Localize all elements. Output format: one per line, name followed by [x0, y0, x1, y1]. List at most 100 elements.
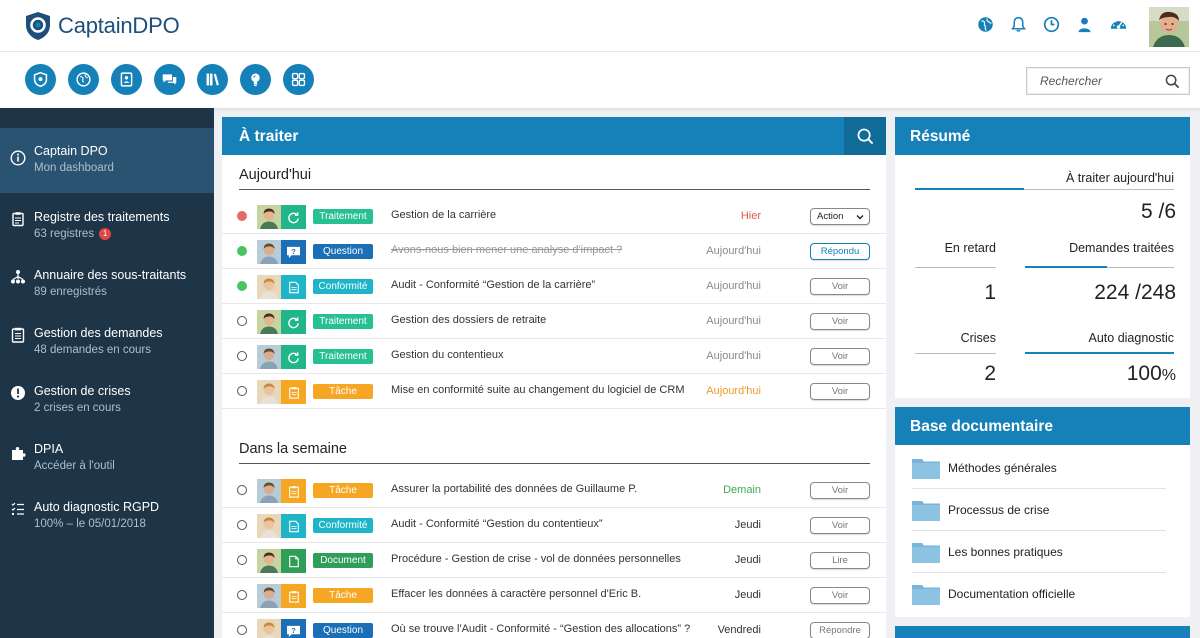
task-action-label: Répondu: [820, 246, 860, 257]
task-row[interactable]: Traitement Gestion des dossiers de retrai…: [222, 304, 886, 339]
alert-icon: [11, 386, 25, 400]
task-row[interactable]: Tâche Effacer les données à caractère per…: [222, 578, 886, 613]
summary-panel-header: Résumé: [895, 117, 1190, 155]
app-button-ideas[interactable]: [240, 64, 271, 95]
task-row[interactable]: Traitement Gestion du contentieux Aujourd'…: [222, 339, 886, 374]
sidebar-item-autodiagnostic[interactable]: Auto diagnostic RGPD 100% – le 05/01/201…: [0, 486, 214, 544]
task-type-tag: Traitement: [313, 209, 373, 224]
task-row[interactable]: Document Procédure - Gestion de crise - v…: [222, 543, 886, 578]
status-dot: [237, 555, 247, 565]
doc-folder-methodes[interactable]: Méthodes générales: [912, 447, 1166, 489]
task-action-label: Voir: [831, 590, 849, 601]
status-dot: [237, 485, 247, 495]
sidebar-item-annuaire[interactable]: Annuaire des sous-traitants 89 enregistr…: [0, 254, 214, 312]
stat-label-today: À traiter aujourd'hui: [1065, 171, 1174, 185]
doc-folder-bonnes-pratiques[interactable]: Les bonnes pratiques: [912, 531, 1166, 573]
folder-icon: [912, 543, 940, 563]
task-due-date: Aujourd'hui: [706, 350, 761, 362]
task-action-label: Action: [817, 211, 844, 222]
app-name: CaptainDPO: [58, 13, 180, 38]
clipboard-icon: [281, 584, 306, 608]
task-action-label: Lire: [832, 555, 848, 566]
sidebar-item-dashboard[interactable]: Captain DPO Mon dashboard: [0, 128, 214, 193]
sidebar-item-demandes[interactable]: Gestion des demandes 48 demandes en cour…: [0, 312, 214, 370]
user-avatar[interactable]: [1149, 7, 1189, 47]
stat-value-today: 5 /6: [1140, 200, 1176, 223]
app-button-privacy[interactable]: [25, 64, 56, 95]
doc-folder-crise[interactable]: Processus de crise: [912, 489, 1166, 531]
task-action-button[interactable]: Voir: [810, 482, 870, 499]
search-input[interactable]: [1027, 74, 1165, 88]
document-icon: [281, 514, 306, 538]
task-type-tag: Document: [313, 553, 373, 568]
clipboard-icon: [12, 212, 24, 227]
task-action-button[interactable]: Voir: [810, 313, 870, 330]
user-icon[interactable]: [1076, 16, 1093, 33]
app-button-directory[interactable]: [111, 64, 142, 95]
todo-search-button[interactable]: [844, 117, 886, 155]
task-row[interactable]: Tâche Assurer la portabilité des données …: [222, 473, 886, 508]
task-row[interactable]: ? Question Où se trouve l'Audit - Conformi…: [222, 613, 886, 638]
bell-icon[interactable]: [1010, 16, 1027, 33]
status-dot: [237, 351, 247, 361]
task-row[interactable]: Tâche Mise en conformité suite au changem…: [222, 374, 886, 409]
folder-icon: [912, 585, 940, 605]
app-button-messages[interactable]: [154, 64, 185, 95]
task-action-label: Voir: [831, 316, 849, 327]
task-action-button[interactable]: Voir: [810, 383, 870, 400]
shield-logo-icon: [26, 12, 50, 40]
task-action-button[interactable]: Répondre: [810, 622, 870, 638]
app-button-global[interactable]: [68, 64, 99, 95]
stat-progress-late: [915, 267, 996, 268]
grid-icon: [291, 72, 306, 87]
summary-panel: Résumé À traiter aujourd'hui 5 /6 En ret…: [895, 117, 1190, 398]
dashboard-gauge-icon[interactable]: [1109, 16, 1128, 33]
task-row[interactable]: Conformité Audit - Conformité “Gestion du…: [222, 508, 886, 543]
app-button-library[interactable]: [197, 64, 228, 95]
app-button-apps[interactable]: [283, 64, 314, 95]
stat-label-done: Demandes traitées: [1069, 241, 1174, 255]
task-action-button[interactable]: Lire: [810, 552, 870, 569]
section-title-today: Aujourd'hui: [239, 167, 312, 183]
task-title: Effacer les données à caractère personne…: [391, 588, 642, 600]
sidebar-item-title: DPIA: [34, 442, 64, 456]
sidebar-item-crises[interactable]: Gestion de crises 2 crises en cours: [0, 370, 214, 428]
task-due-date: Jeudi: [734, 554, 761, 566]
task-due-date: Demain: [723, 484, 761, 496]
assignee-avatar: [257, 479, 281, 503]
sidebar-item-dpia[interactable]: DPIA Accéder à l'outil: [0, 428, 214, 486]
folder-icon: [912, 459, 940, 479]
task-action-button[interactable]: Voir: [810, 587, 870, 604]
task-action-label: Répondre: [819, 625, 861, 636]
task-row[interactable]: ? Question Avons-nous bien mener une analy…: [222, 234, 886, 269]
search-icon[interactable]: [1165, 74, 1180, 89]
sidebar-item-title: Annuaire des sous-traitants: [34, 268, 187, 282]
task-action-button[interactable]: Voir: [810, 348, 870, 365]
task-action-button[interactable]: Action: [810, 208, 870, 225]
task-type-tag: Conformité: [313, 279, 373, 294]
summary-panel-title: Résumé: [910, 128, 971, 145]
task-action-label: Voir: [831, 386, 849, 397]
task-action-button[interactable]: Voir: [810, 278, 870, 295]
clipboard-icon: [281, 380, 306, 404]
globe-icon[interactable]: [977, 16, 994, 33]
app-logo[interactable]: CaptainDPO: [24, 11, 180, 41]
doc-folder-officielle[interactable]: Documentation officielle: [912, 573, 1166, 615]
status-dot: [237, 590, 247, 600]
task-row[interactable]: Traitement Gestion de la carrière Hier Acti…: [222, 199, 886, 234]
status-dot: [237, 281, 247, 291]
svg-text:?: ?: [291, 625, 296, 634]
assignee-avatar: [257, 345, 281, 369]
contacts-book-icon: [120, 72, 133, 87]
task-row[interactable]: Conformité Audit - Conformité “Gestion de…: [222, 269, 886, 304]
sidebar-item-subtitle: Mon dashboard: [34, 162, 114, 174]
assignee-avatar: [257, 514, 281, 538]
document-icon: [281, 275, 306, 299]
task-title: Gestion des dossiers de retraite: [391, 314, 547, 326]
task-action-button[interactable]: Répondu: [810, 243, 870, 260]
sidebar-item-registre[interactable]: Registre des traitements 63 registres 1: [0, 196, 214, 254]
clock-icon[interactable]: [1043, 16, 1060, 33]
task-due-date: Vendredi: [717, 624, 761, 636]
stat-value-late: 1: [984, 281, 996, 304]
task-action-button[interactable]: Voir: [810, 517, 870, 534]
